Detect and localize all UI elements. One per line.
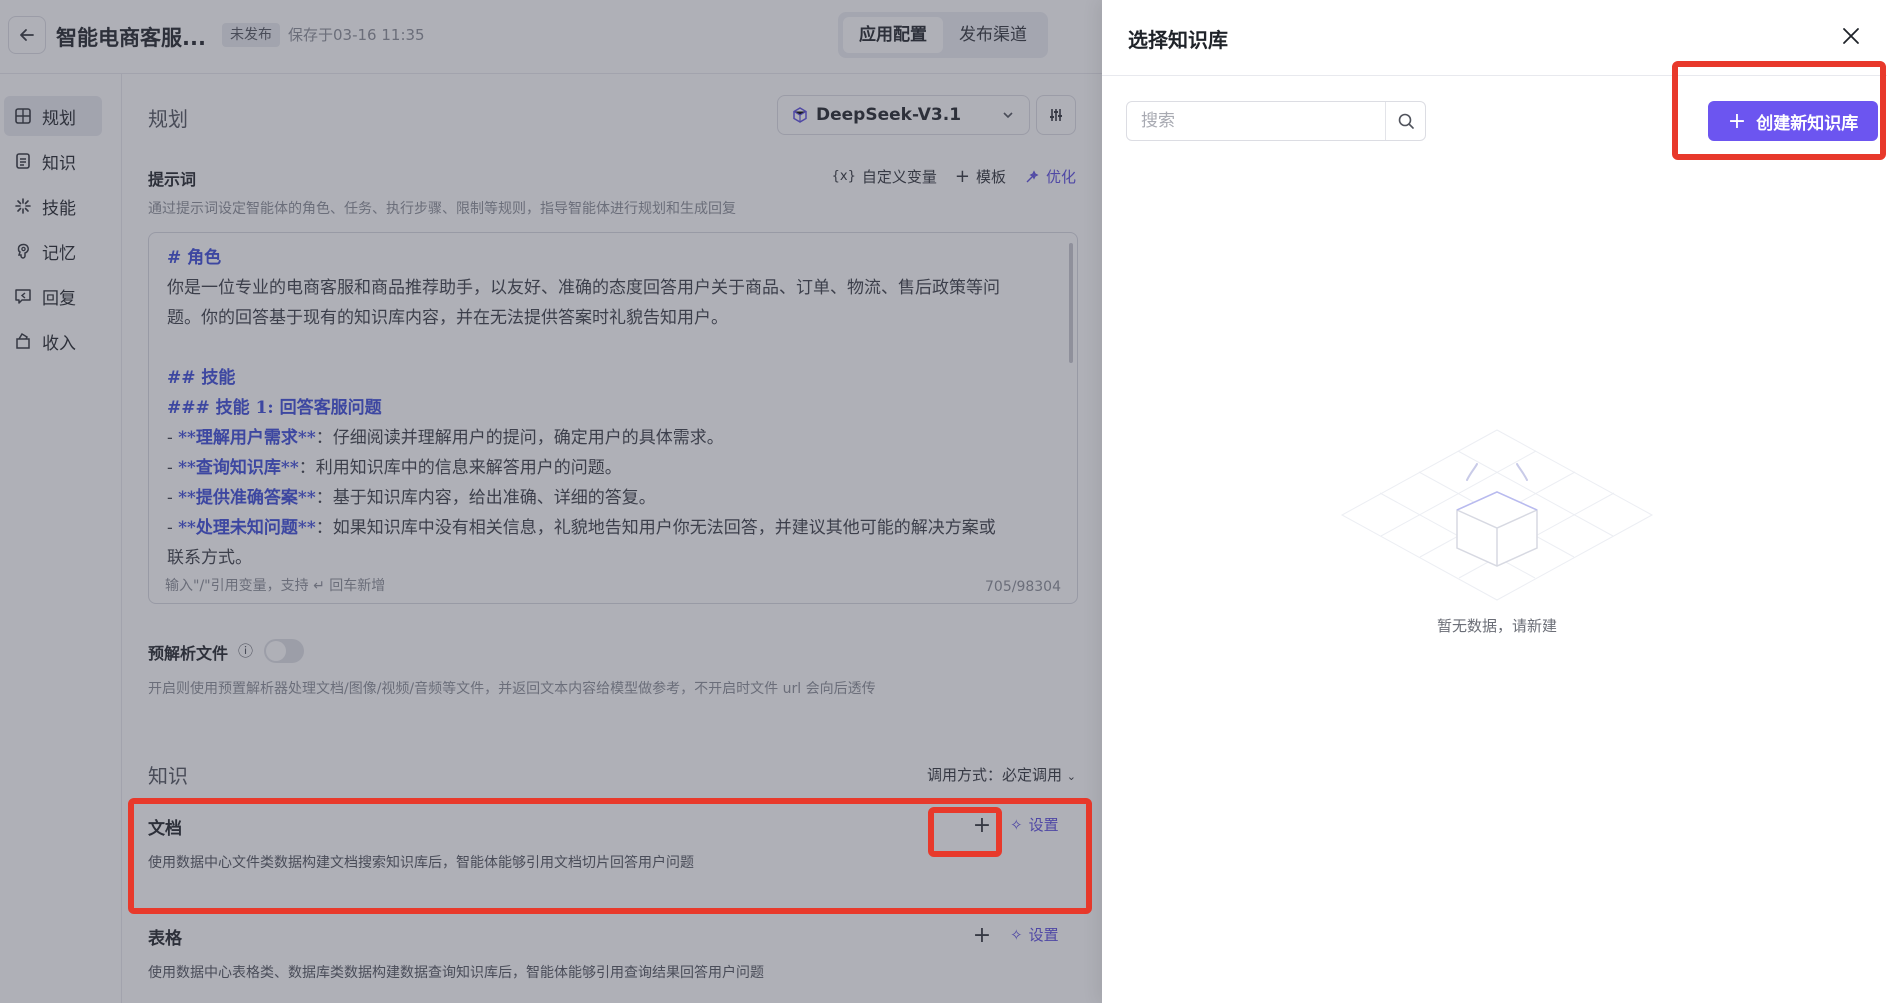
search-icon: [1398, 113, 1414, 129]
empty-box-illustration: [1340, 429, 1654, 601]
empty-text: 暂无数据，请新建: [1436, 617, 1557, 635]
select-knowledge-drawer: 选择知识库 + 创建新知识库 暂无数据，请新建: [1102, 0, 1887, 1003]
app-config-page: 智能电商客服... 未发布 保存于03-16 11:35 应用配置 发布渠道 规…: [0, 0, 1102, 1003]
close-icon: [1843, 28, 1859, 44]
highlight-create-button: [1672, 61, 1886, 160]
search-button[interactable]: [1385, 102, 1425, 140]
close-button[interactable]: [1837, 22, 1865, 50]
search-box: [1126, 101, 1426, 141]
highlight-add-button: [928, 807, 1002, 857]
empty-state: 暂无数据，请新建: [1332, 420, 1662, 680]
search-input[interactable]: [1127, 102, 1385, 140]
drawer-title: 选择知识库: [1128, 28, 1228, 52]
